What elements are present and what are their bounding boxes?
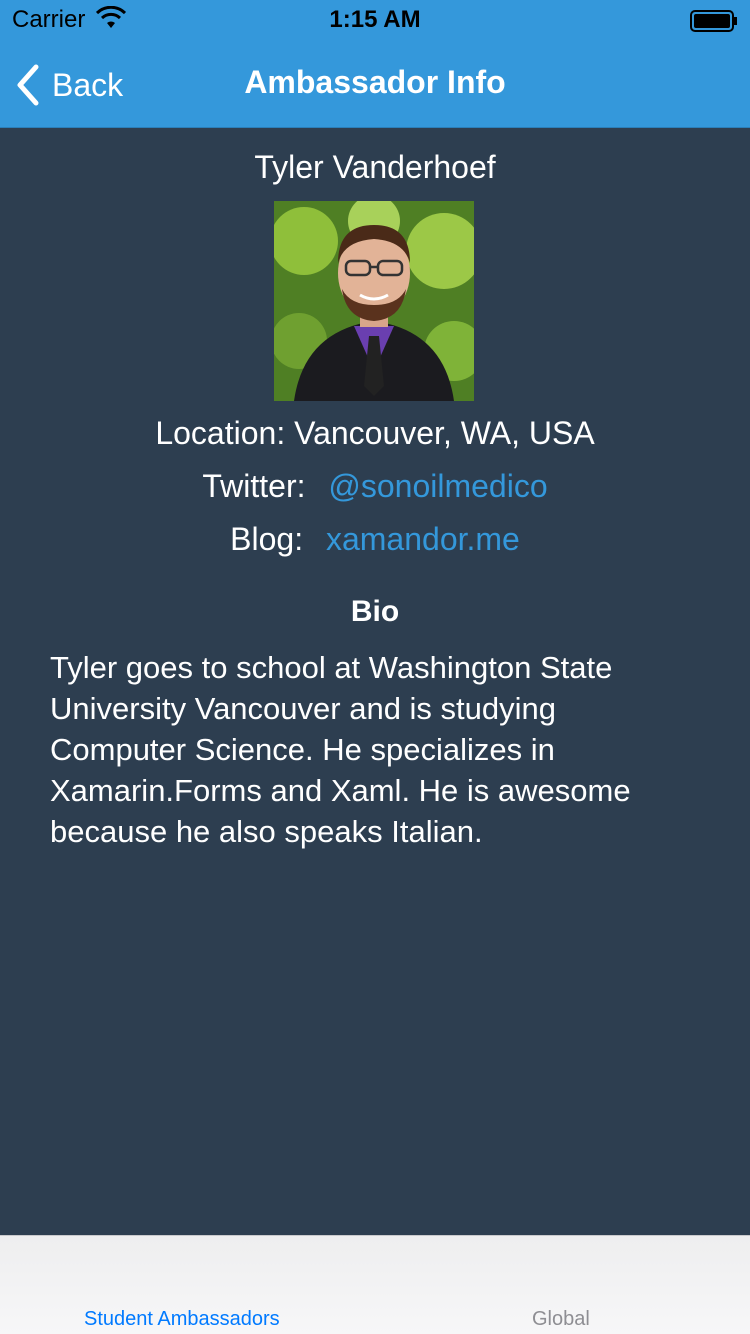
location-value: Vancouver, WA, USA	[294, 415, 595, 451]
location-row: Location: Vancouver, WA, USA	[0, 415, 750, 452]
page-title: Ambassador Info	[244, 64, 506, 100]
twitter-row: Twitter: @sonoilmedico	[0, 468, 750, 505]
tab-bar: Student Ambassadors Global	[0, 1235, 750, 1334]
battery-icon	[690, 10, 737, 32]
twitter-label: Twitter:	[202, 468, 306, 504]
tab-global[interactable]: Global	[532, 1308, 590, 1331]
bio-text: Tyler goes to school at Washington State…	[50, 650, 631, 849]
location-label: Location:	[155, 415, 286, 451]
avatar	[274, 201, 474, 401]
bio-heading: Bio	[350, 595, 400, 628]
blog-link[interactable]: xamandor.me	[326, 521, 520, 557]
ambassador-detail: Tyler Vanderhoef Location: Vancouver, WA…	[0, 129, 750, 1235]
blog-label: Blog:	[230, 521, 304, 557]
blog-row: Blog: xamandor.me	[0, 521, 750, 558]
clock: 1:15 AM	[329, 6, 421, 33]
navigation-header: Carrier 1:15 AM Back Ambassador Info	[0, 0, 750, 128]
twitter-link[interactable]: @sonoilmedico	[328, 468, 547, 504]
profile-photo	[274, 201, 474, 401]
ambassador-name: Tyler Vanderhoef	[254, 149, 496, 185]
status-bar: Carrier 1:15 AM	[0, 0, 750, 40]
tab-student-ambassadors[interactable]: Student Ambassadors	[84, 1308, 280, 1331]
